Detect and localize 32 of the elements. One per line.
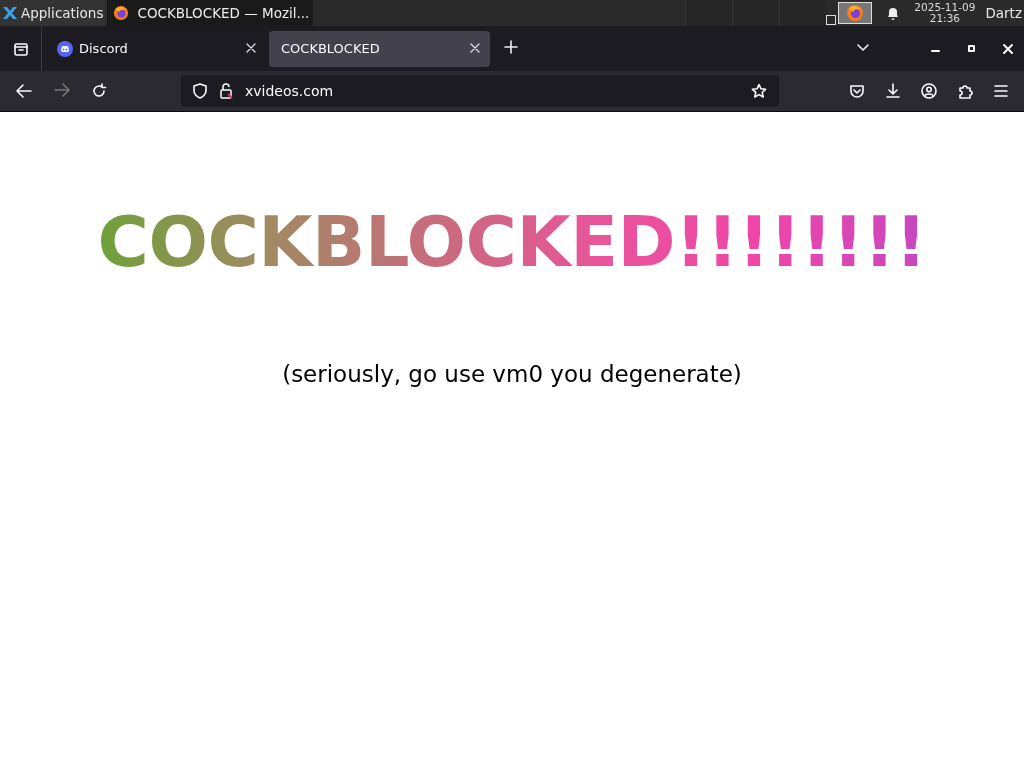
page-subtitle: (seriously, go use vm0 you degenerate)	[282, 361, 742, 387]
extension-icon[interactable]	[957, 83, 973, 99]
forward-arrow-icon[interactable]	[53, 81, 71, 98]
tab-list-icon[interactable]	[12, 40, 29, 57]
reload-icon[interactable]	[91, 83, 107, 99]
plus-icon[interactable]	[504, 40, 518, 54]
browser-tab[interactable]: COCKBLOCKED	[269, 30, 490, 67]
applications-menu[interactable]: Applications	[0, 0, 106, 26]
chevron-down-icon[interactable]	[856, 43, 870, 53]
address-field[interactable]: xvideos.com	[181, 75, 779, 107]
browser-tray-button[interactable]	[838, 2, 873, 24]
browser-icon	[846, 4, 865, 22]
account-icon[interactable]	[921, 83, 937, 99]
shield-icon	[193, 83, 207, 99]
user-name[interactable]: Dartz	[985, 5, 1022, 21]
close-tab-icon[interactable]	[470, 43, 480, 53]
bell-icon[interactable]	[886, 5, 901, 21]
pocket-icon[interactable]	[849, 83, 865, 99]
browser-icon	[113, 5, 130, 21]
menu-icon[interactable]	[993, 83, 1009, 99]
close-tab-icon[interactable]	[246, 43, 256, 53]
star-icon[interactable]	[751, 83, 767, 99]
clock[interactable]: 2025-11-09 21:36	[914, 2, 976, 24]
maximize-icon[interactable]	[966, 42, 978, 55]
back-arrow-icon[interactable]	[15, 83, 33, 99]
app-logo-icon	[2, 5, 18, 21]
taskbar-window-button[interactable]: COCKBLOCKED — Mozil...	[107, 0, 314, 26]
download-icon[interactable]	[885, 83, 901, 99]
browser-tab[interactable]: Discord	[45, 30, 266, 67]
workspace-indicator	[826, 15, 837, 25]
lock-icon	[219, 83, 233, 99]
close-icon[interactable]	[1002, 42, 1014, 55]
